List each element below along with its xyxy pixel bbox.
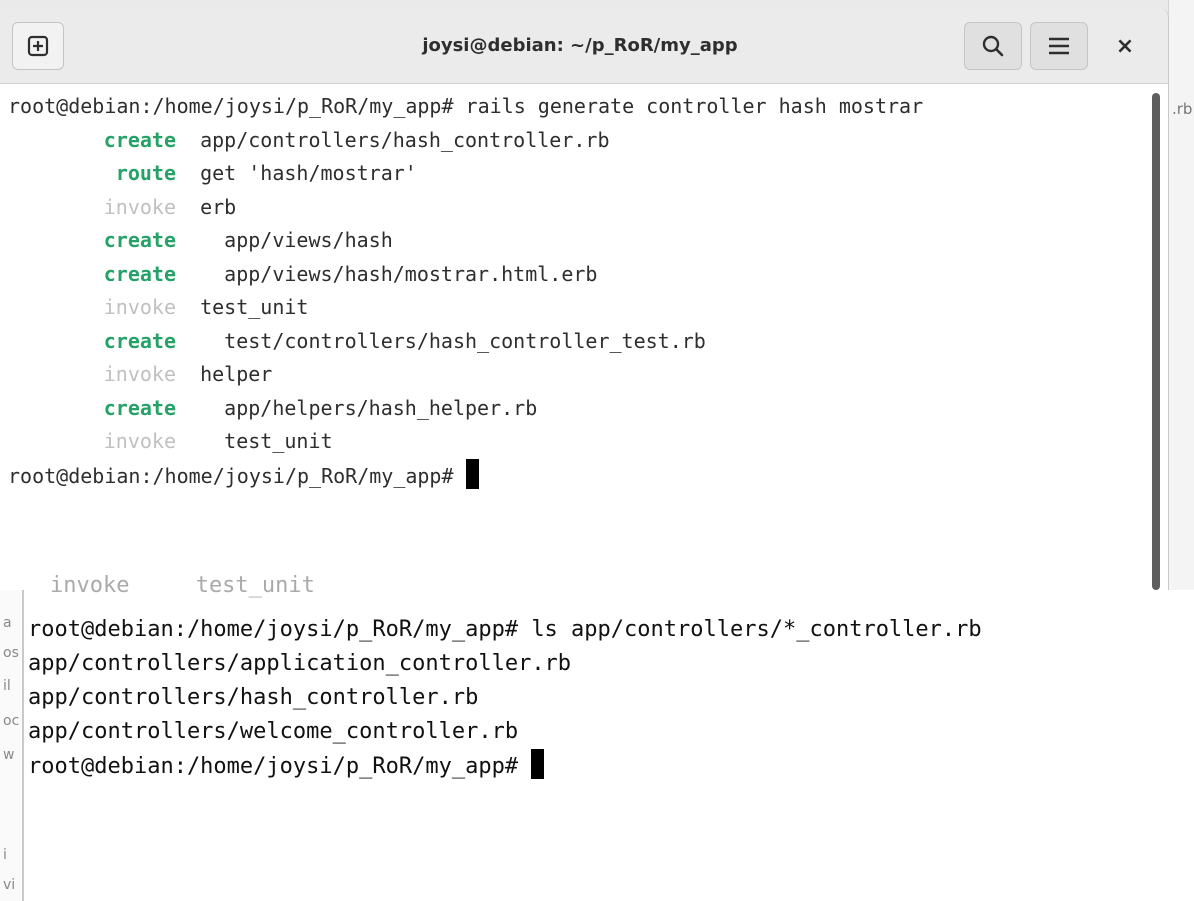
close-button[interactable]: × (1100, 22, 1150, 70)
menu-button[interactable] (1030, 22, 1088, 70)
generator-output: create app/controllers/hash_controller.r… (8, 124, 1148, 459)
new-tab-button[interactable] (12, 22, 64, 70)
prompt-line: root@debian:/home/joysi/p_RoR/my_app# (8, 458, 1148, 493)
second-terminal-screenshot: a os il oc w i vi invoke test_unit root@debian… (0, 573, 1194, 901)
background-text-fragment: a (3, 615, 12, 631)
prompt-text: root@debian:/home/joysi/p_RoR/my_app# (8, 463, 466, 488)
output-line: app/controllers/hash_controller.rb (28, 685, 479, 710)
output-path: app/helpers/hash_helper.rb (200, 395, 538, 420)
output-path: get 'hash/mostrar' (200, 161, 417, 185)
background-text-fragment: vi (3, 877, 16, 893)
action-tag: create (103, 395, 176, 420)
window-title: joysi@debian: ~/p_RoR/my_app (422, 35, 738, 56)
action-tag: invoke (103, 295, 176, 319)
scrollbar-thumb[interactable] (1152, 93, 1160, 590)
action-tag: create (103, 127, 176, 152)
command-line: root@debian:/home/joysi/p_RoR/my_app# ra… (8, 94, 924, 118)
output-path: test_unit (200, 295, 309, 319)
prompt-line: root@debian:/home/joysi/p_RoR/my_app# (28, 749, 1188, 783)
terminal-cursor (465, 458, 479, 489)
header-bar: joysi@debian: ~/p_RoR/my_app × (0, 8, 1168, 84)
output-path: app/controllers/hash_controller.rb (200, 127, 610, 152)
action-tag: invoke (103, 429, 176, 453)
scrollbar[interactable] (1150, 93, 1162, 590)
terminal-window: joysi@debian: ~/p_RoR/my_app × root@debi… (0, 8, 1169, 590)
background-text-fragment: w (3, 747, 15, 763)
output-line: create test/controllers/hash_controller_… (8, 325, 1148, 359)
background-text-fragment: i (3, 847, 7, 863)
output-line: create app/controllers/hash_controller.r… (8, 124, 1148, 158)
action-tag: invoke (103, 194, 176, 219)
background-text-fragment: il (3, 678, 11, 694)
output-line: create app/views/hash (8, 224, 1148, 258)
action-tag: create (103, 261, 176, 286)
search-icon (982, 35, 1004, 57)
terminal-cursor (531, 749, 545, 779)
background-text-fragment: oc (3, 713, 20, 729)
action-tag: route (115, 161, 176, 185)
terminal-output[interactable]: root@debian:/home/joysi/p_RoR/my_app# ra… (8, 90, 1148, 492)
background-window-edge (1168, 0, 1194, 590)
background-text-fragment: os (3, 645, 19, 661)
output-line: invoke test_unit (8, 425, 1148, 459)
output-path: helper (200, 362, 273, 386)
action-tag: create (103, 328, 176, 353)
output-line: route get 'hash/mostrar' (8, 157, 1148, 191)
search-button[interactable] (964, 22, 1022, 70)
command-line: root@debian:/home/joysi/p_RoR/my_app# ls… (28, 617, 982, 642)
action-tag: create (103, 228, 176, 252)
output-line: app/controllers/application_controller.r… (28, 651, 572, 676)
output-line: invoke test_unit (8, 291, 1148, 325)
cut-off-line: invoke test_unit (50, 573, 315, 598)
left-background-strip: a os il oc w i vi (0, 590, 24, 901)
hamburger-menu-icon (1049, 37, 1069, 55)
action-tag: invoke (103, 362, 176, 386)
output-path: test/controllers/hash_controller_test.rb (200, 328, 706, 353)
prompt-text: root@debian:/home/joysi/p_RoR/my_app# (28, 754, 532, 779)
new-tab-icon (27, 35, 49, 57)
output-line: create app/helpers/hash_helper.rb (8, 392, 1148, 426)
output-line: create app/views/hash/mostrar.html.erb (8, 258, 1148, 292)
output-path: app/views/hash (200, 228, 393, 252)
output-path: app/views/hash/mostrar.html.erb (200, 261, 598, 286)
terminal-output-bottom[interactable]: root@debian:/home/joysi/p_RoR/my_app# ls… (28, 613, 1188, 783)
output-path: test_unit (200, 429, 333, 453)
output-line: invoke erb (8, 191, 1148, 225)
background-peek-text: .rb (1172, 100, 1193, 118)
output-line: invoke helper (8, 358, 1148, 392)
close-icon: × (1115, 33, 1135, 59)
output-line: app/controllers/welcome_controller.rb (28, 719, 519, 744)
output-path: erb (200, 194, 237, 219)
